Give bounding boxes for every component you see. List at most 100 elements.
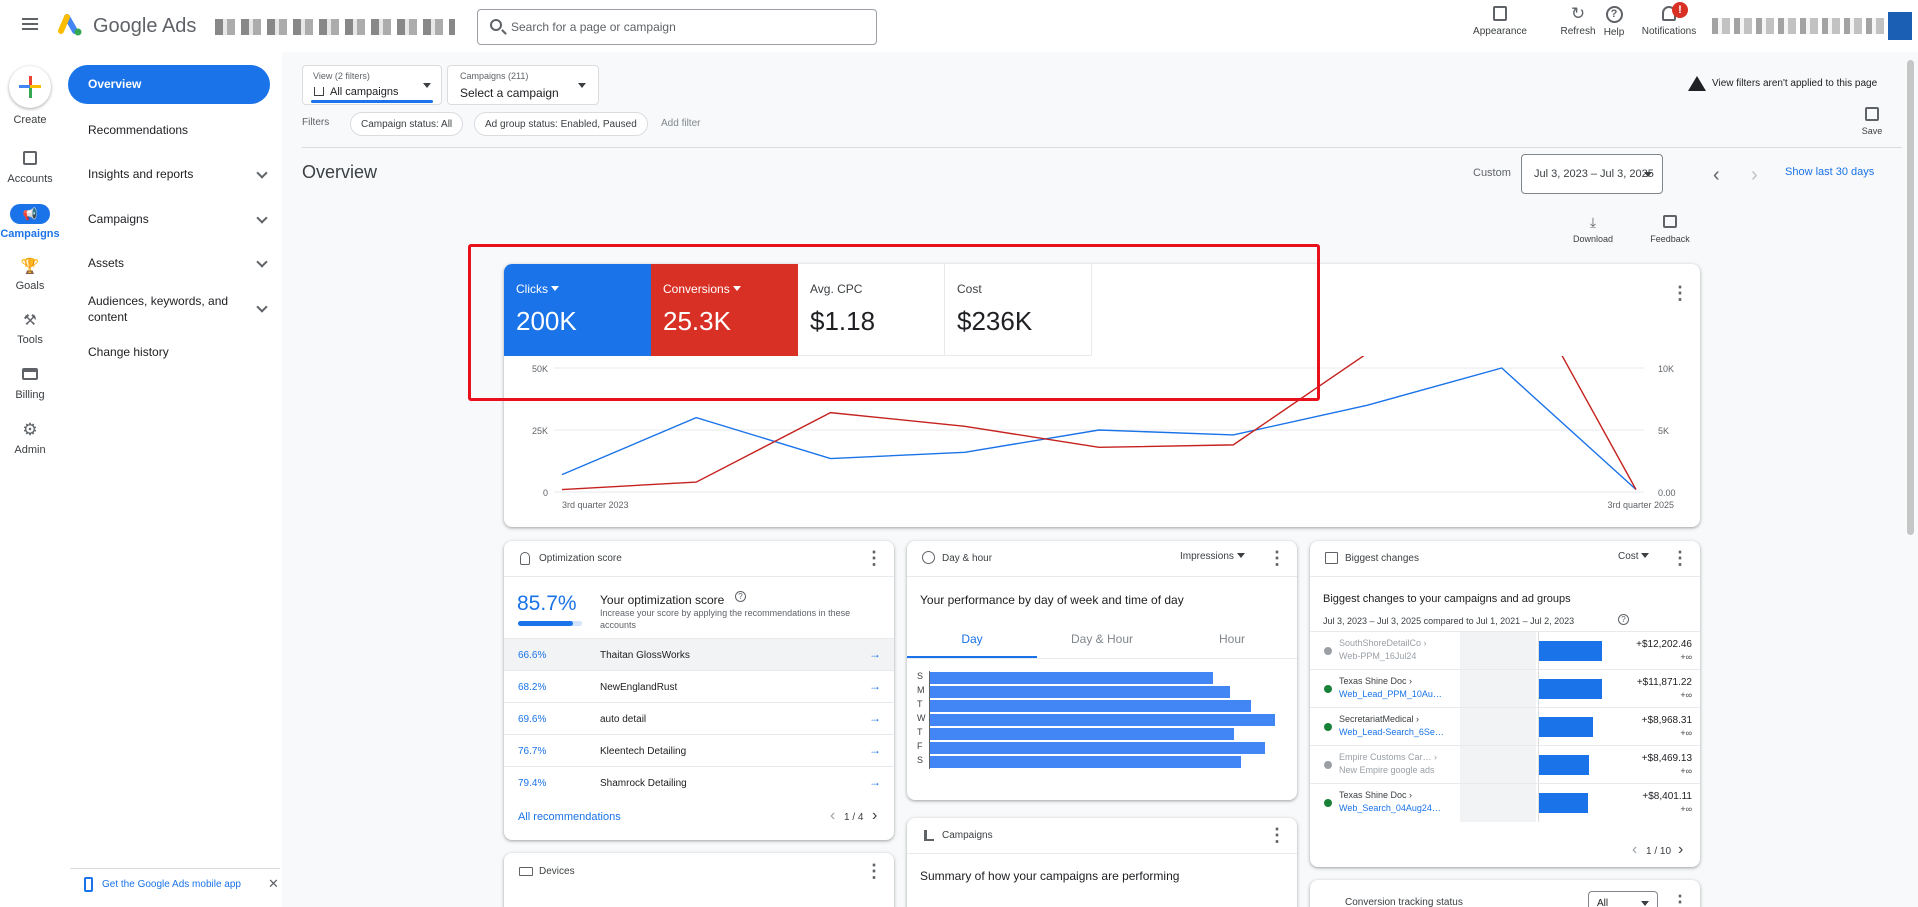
download-button[interactable]: ⤓ Download: [1568, 215, 1618, 244]
status-dot-icon: [1324, 723, 1332, 731]
arrow-right-icon[interactable]: →: [869, 679, 881, 693]
dropdown-arrow-icon: [578, 83, 586, 92]
avatar[interactable]: [1888, 12, 1912, 40]
mobile-app-banner[interactable]: Get the Google Ads mobile app ✕: [70, 868, 280, 896]
nav-item-audiences[interactable]: Audiences, keywords, and content: [88, 293, 270, 325]
add-filter-button[interactable]: Add filter: [661, 118, 700, 129]
more-options-icon[interactable]: [1671, 283, 1689, 304]
list-item[interactable]: 66.6% Thaitan GlossWorks →: [504, 638, 894, 670]
date-range-selector[interactable]: Jul 3, 2023 – Jul 3, 2025: [1521, 154, 1663, 194]
cost-dropdown[interactable]: Cost: [1618, 551, 1650, 562]
rail-item-accounts[interactable]: Accounts: [0, 151, 60, 185]
optimization-score-card: Optimization score 85.7% Your optimizati…: [504, 541, 894, 840]
next-period-icon[interactable]: ›: [1751, 164, 1758, 187]
page-scrollbar[interactable]: [1907, 60, 1914, 535]
close-icon[interactable]: ✕: [268, 876, 279, 892]
more-options-icon[interactable]: [865, 861, 883, 882]
top-bar: Google Ads Search for a page or campaign…: [0, 0, 1918, 52]
nav-panel: Overview Recommendations Insights and re…: [60, 52, 282, 907]
chevron-right-icon[interactable]: ›: [872, 807, 877, 825]
chevron-left-icon[interactable]: ‹: [1632, 841, 1637, 859]
nav-item-recommendations[interactable]: Recommendations: [88, 123, 188, 137]
table-row[interactable]: SouthShoreDetailCo › Web-PPM_16Jul24 +$12,…: [1310, 631, 1700, 670]
chevron-right-icon[interactable]: ›: [1678, 841, 1683, 859]
arrow-right-icon[interactable]: →: [869, 711, 881, 725]
view-selector[interactable]: View (2 filters) All campaigns: [302, 65, 442, 105]
previous-period-icon[interactable]: ‹: [1713, 164, 1720, 187]
nav-item-insights[interactable]: Insights and reports: [88, 167, 270, 181]
y-tick-left: 25K: [532, 426, 548, 436]
arrow-right-icon[interactable]: →: [869, 743, 881, 757]
x-tick-label: 3rd quarter 2025: [1607, 500, 1674, 510]
tab-hour[interactable]: Hour: [1167, 632, 1297, 646]
all-dropdown[interactable]: All: [1588, 891, 1658, 907]
y-tick-right: 10K: [1658, 364, 1674, 374]
create-button[interactable]: [9, 66, 51, 108]
day-bar-chart: SMTWTFS: [907, 671, 1297, 771]
list-item[interactable]: 79.4% Shamrock Detailing →: [504, 766, 894, 798]
impressions-dropdown[interactable]: Impressions: [1180, 551, 1245, 562]
search-box[interactable]: Search for a page or campaign: [477, 9, 877, 45]
help-icon: ?: [1605, 6, 1623, 23]
more-options-icon[interactable]: [1268, 825, 1286, 846]
rail-item-billing[interactable]: Billing: [0, 368, 60, 401]
changes-table: SouthShoreDetailCo › Web-PPM_16Jul24 +$12,…: [1310, 631, 1700, 822]
chevron-down-icon: [256, 167, 268, 179]
table-row[interactable]: SecretariatMedical › Web_Lead-Search_6Se……: [1310, 707, 1700, 746]
table-row[interactable]: Texas Shine Doc › Web_Search_04Aug24… +$8,…: [1310, 783, 1700, 822]
chevron-left-icon[interactable]: ‹: [830, 807, 835, 825]
tab-day-hour[interactable]: Day & Hour: [1037, 632, 1167, 646]
rail-create-label: Create: [13, 114, 47, 126]
filter-chip-campaign-status[interactable]: Campaign status: All: [350, 112, 464, 136]
search-input[interactable]: Search for a page or campaign: [511, 20, 676, 34]
status-dot-icon: [1324, 647, 1332, 655]
filter-chip-ad-group-status[interactable]: Ad group status: Enabled, Paused: [474, 112, 648, 136]
account-info-redacted[interactable]: [1712, 18, 1902, 34]
change-bar: [1538, 679, 1602, 699]
tools-icon: ⚒: [23, 312, 37, 329]
notifications-button[interactable]: ! Notifications: [1638, 2, 1700, 37]
list-item[interactable]: 76.7% Kleentech Detailing →: [504, 734, 894, 766]
change-bar: [1538, 641, 1602, 661]
nav-item-campaigns[interactable]: Campaigns: [88, 212, 270, 226]
more-options-icon[interactable]: [1671, 892, 1689, 907]
list-item[interactable]: 69.6% auto detail →: [504, 702, 894, 734]
day-bar: [930, 686, 1231, 698]
campaign-selector[interactable]: Campaigns (211) Select a campaign: [447, 65, 599, 105]
rail-item-admin[interactable]: ⚙ Admin: [0, 421, 60, 456]
chart-icon: [1325, 552, 1338, 564]
rail-item-goals[interactable]: 🏆 Goals: [0, 259, 60, 293]
tab-day[interactable]: Day: [907, 632, 1037, 646]
help-button[interactable]: ? Help: [1596, 6, 1632, 38]
nav-item-overview[interactable]: Overview: [68, 65, 270, 104]
account-name-redacted: [215, 19, 455, 35]
table-row[interactable]: Texas Shine Doc › Web_Lead_PPM_10Au… +$11,…: [1310, 669, 1700, 708]
more-options-icon[interactable]: [865, 548, 883, 569]
rail-item-tools[interactable]: ⚒ Tools: [0, 312, 60, 347]
more-options-icon[interactable]: [1268, 548, 1286, 569]
notification-badge: !: [1672, 2, 1688, 18]
more-options-icon[interactable]: [1671, 548, 1689, 569]
day-bar: [930, 742, 1265, 754]
show-last-30-days-link[interactable]: Show last 30 days: [1785, 166, 1874, 178]
list-item[interactable]: 68.2% NewEnglandRust →: [504, 670, 894, 702]
menu-icon[interactable]: [22, 18, 38, 30]
day-label: T: [917, 699, 923, 709]
feedback-button[interactable]: Feedback: [1643, 215, 1697, 244]
arrow-right-icon[interactable]: →: [869, 775, 881, 789]
refresh-button[interactable]: ↻ Refresh: [1555, 5, 1601, 37]
table-row[interactable]: Empire Customs Car… › New Empire google a…: [1310, 745, 1700, 784]
all-recommendations-link[interactable]: All recommendations: [518, 811, 621, 823]
feedback-icon: [1663, 215, 1677, 228]
rail-item-campaigns[interactable]: 📢 Campaigns: [0, 204, 60, 240]
save-button[interactable]: Save: [1858, 107, 1886, 136]
filter-warning: View filters aren't applied to this page: [1688, 76, 1877, 91]
nav-item-assets[interactable]: Assets: [88, 256, 270, 270]
info-icon[interactable]: ?: [1618, 614, 1629, 625]
info-icon[interactable]: ?: [735, 591, 746, 602]
nav-item-change-history[interactable]: Change history: [88, 345, 169, 359]
appearance-button[interactable]: Appearance: [1470, 6, 1530, 37]
y-tick-right: 0.00: [1658, 488, 1676, 498]
dropdown-arrow-icon: [1641, 901, 1649, 907]
arrow-right-icon[interactable]: →: [869, 647, 881, 661]
